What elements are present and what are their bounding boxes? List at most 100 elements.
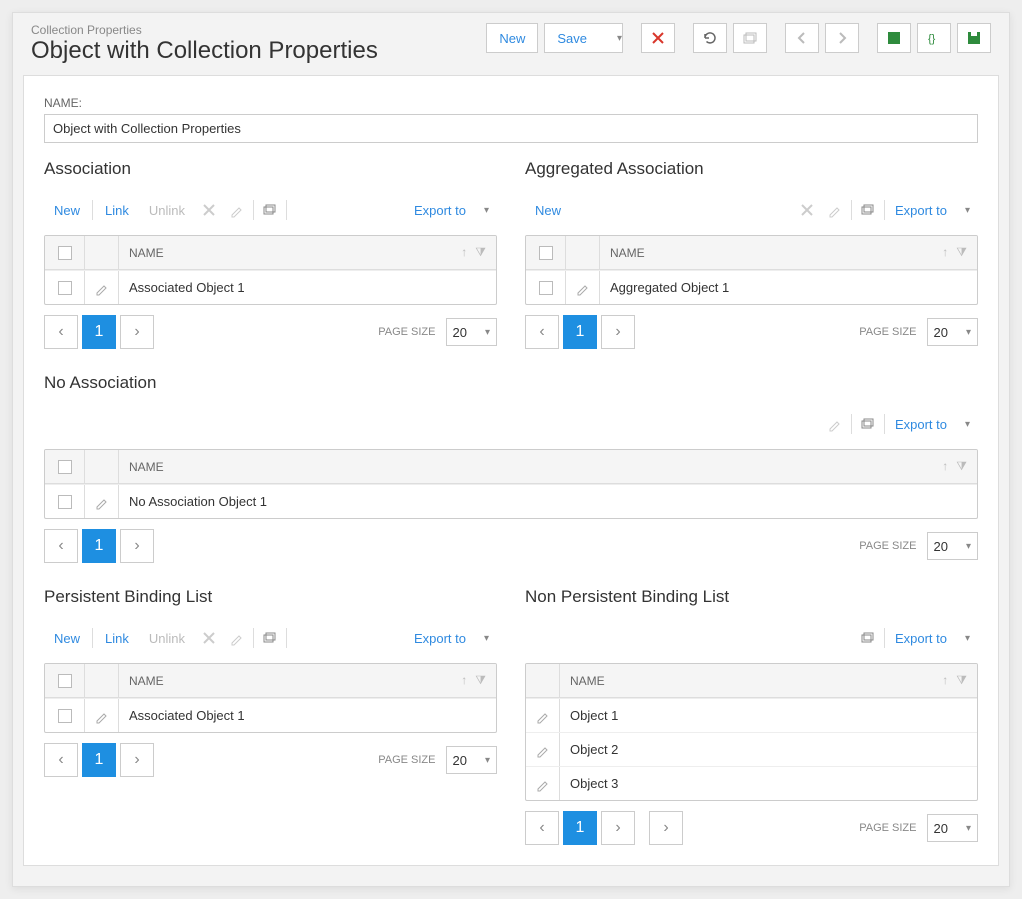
browse-button[interactable] [733, 23, 767, 53]
row-checkbox[interactable] [58, 495, 72, 509]
main-toolbar: New Save ▾ {} [486, 23, 991, 53]
export-button[interactable]: Export to▾ [406, 199, 497, 222]
page-size-select[interactable]: 20▾ [446, 318, 498, 346]
pager-next-page[interactable]: › [649, 811, 683, 845]
select-all-checkbox[interactable] [58, 460, 72, 474]
browse-icon-btn[interactable] [256, 624, 284, 652]
browse-icon-btn[interactable] [854, 410, 882, 438]
new-link[interactable]: New [44, 197, 90, 224]
close-button[interactable] [641, 23, 675, 53]
pager-page-1[interactable]: 1 [563, 811, 597, 845]
braces-icon: {} [926, 30, 942, 46]
link-link[interactable]: Link [95, 197, 139, 224]
export-button[interactable]: Export to▾ [406, 627, 497, 650]
filter-icon[interactable]: ⧩ [956, 245, 967, 260]
column-header-name[interactable]: NAME [119, 674, 461, 688]
page-header: Collection Properties Object with Collec… [23, 23, 999, 65]
page-title: Object with Collection Properties [31, 37, 378, 65]
select-all-checkbox[interactable] [539, 246, 553, 260]
column-header-name[interactable]: NAME [119, 460, 942, 474]
pager-page-1[interactable]: 1 [563, 315, 597, 349]
view-button-2[interactable]: {} [917, 23, 951, 53]
view-button-1[interactable] [877, 23, 911, 53]
pager-next[interactable]: › [120, 743, 154, 777]
next-record-button[interactable] [825, 23, 859, 53]
section-association: Association New Link Unlink Export to▾ [44, 159, 497, 349]
table-row[interactable]: Associated Object 1 [45, 270, 496, 304]
export-button[interactable]: Export to▾ [887, 199, 978, 222]
page-size-select[interactable]: 20▾ [927, 814, 979, 842]
table-row[interactable]: Object 1 [526, 698, 977, 732]
pager-prev[interactable]: ‹ [44, 743, 78, 777]
section-title: Association [44, 159, 497, 179]
export-button[interactable]: Export to▾ [887, 413, 978, 436]
row-checkbox[interactable] [58, 709, 72, 723]
main-card: NAME: Association New Link Unlink Ex [23, 75, 999, 866]
page-size-select[interactable]: 20▾ [927, 318, 979, 346]
association-toolbar: New Link Unlink Export to▾ [44, 191, 497, 229]
delete-icon [195, 196, 223, 224]
link-link[interactable]: Link [95, 625, 139, 652]
filter-icon[interactable]: ⧩ [956, 459, 967, 474]
row-edit-icon[interactable] [526, 733, 560, 766]
section-aggregated: Aggregated Association New Export to▾ [525, 159, 978, 349]
pager-page-1[interactable]: 1 [82, 315, 116, 349]
column-header-name[interactable]: NAME [560, 674, 942, 688]
browse-icon-btn[interactable] [256, 196, 284, 224]
table-row[interactable]: Object 3 [526, 766, 977, 800]
select-all-checkbox[interactable] [58, 246, 72, 260]
new-button[interactable]: New [486, 23, 538, 53]
row-checkbox[interactable] [58, 281, 72, 295]
filter-icon[interactable]: ⧩ [475, 245, 486, 260]
select-all-checkbox[interactable] [58, 674, 72, 688]
pager-prev[interactable]: ‹ [525, 811, 559, 845]
pager-prev[interactable]: ‹ [44, 529, 78, 563]
filter-icon[interactable]: ⧩ [475, 673, 486, 688]
row-edit-icon[interactable] [526, 767, 560, 800]
sort-icon[interactable]: ↑ [461, 673, 467, 688]
refresh-button[interactable] [693, 23, 727, 53]
pager-page-1[interactable]: 1 [82, 529, 116, 563]
browse-icon-btn[interactable] [854, 196, 882, 224]
non-persistent-grid: NAME ↑ ⧩ Object 1 Object 2 Object 3 [525, 663, 978, 801]
sort-icon[interactable]: ↑ [942, 673, 948, 688]
row-edit-icon[interactable] [85, 485, 119, 518]
table-row[interactable]: Object 2 [526, 732, 977, 766]
row-edit-icon[interactable] [526, 699, 560, 732]
browse-icon-btn[interactable] [854, 624, 882, 652]
table-row[interactable]: Associated Object 1 [45, 698, 496, 732]
new-link[interactable]: New [525, 197, 571, 224]
page-size-select[interactable]: 20▾ [446, 746, 498, 774]
new-link[interactable]: New [44, 625, 90, 652]
caret-down-icon: ▾ [965, 205, 970, 216]
pager-next[interactable]: › [120, 315, 154, 349]
table-row[interactable]: No Association Object 1 [45, 484, 977, 518]
row-edit-icon[interactable] [85, 699, 119, 732]
row-edit-icon[interactable] [566, 271, 600, 304]
pager-page-1[interactable]: 1 [82, 743, 116, 777]
sort-icon[interactable]: ↑ [461, 245, 467, 260]
sort-icon[interactable]: ↑ [942, 459, 948, 474]
column-header-name[interactable]: NAME [600, 246, 942, 260]
chevron-right-icon [834, 30, 850, 46]
name-input[interactable] [44, 114, 978, 143]
pager-next[interactable]: › [601, 315, 635, 349]
row-checkbox[interactable] [539, 281, 553, 295]
table-row[interactable]: Aggregated Object 1 [526, 270, 977, 304]
save-dropdown-button[interactable]: ▾ [599, 23, 623, 53]
page-size-select[interactable]: 20▾ [927, 532, 979, 560]
save-icon [966, 30, 982, 46]
pager-next[interactable]: › [601, 811, 635, 845]
prev-record-button[interactable] [785, 23, 819, 53]
pager-next[interactable]: › [120, 529, 154, 563]
row-edit-icon[interactable] [85, 271, 119, 304]
sort-icon[interactable]: ↑ [942, 245, 948, 260]
pager-prev[interactable]: ‹ [44, 315, 78, 349]
column-header-name[interactable]: NAME [119, 246, 461, 260]
diskette-button[interactable] [957, 23, 991, 53]
export-button[interactable]: Export to▾ [887, 627, 978, 650]
edit-icon [821, 196, 849, 224]
save-button[interactable]: Save [544, 23, 600, 53]
filter-icon[interactable]: ⧩ [956, 673, 967, 688]
pager-prev[interactable]: ‹ [525, 315, 559, 349]
